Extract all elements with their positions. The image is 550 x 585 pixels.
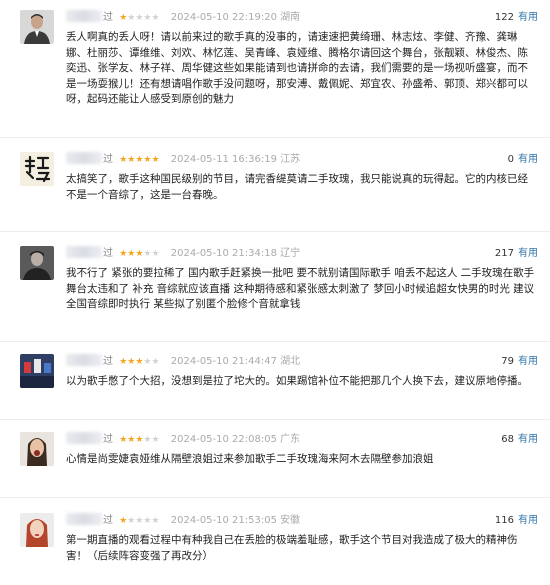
man-dark-portrait-icon xyxy=(20,246,54,280)
vote-count: 79 xyxy=(501,356,514,367)
username-blurred xyxy=(66,152,102,164)
review-date: 2024-05-10 22:08:05 xyxy=(170,434,277,445)
review-date: 2024-05-10 21:53:05 xyxy=(170,515,277,526)
review-location: 辽宁 xyxy=(280,248,301,259)
review-location: 湖南 xyxy=(280,12,301,23)
review-item: 过 ★★★★★ 2024-05-11 16:36:19 江苏 0 有用 太搞笑了，… xyxy=(0,148,550,232)
review-location: 江苏 xyxy=(280,154,301,165)
review-item: 过 ★★★★★ 2024-05-10 21:44:47 湖北 79 有用 以为歌手… xyxy=(0,350,550,420)
star-filled-icon: ★ xyxy=(151,155,160,165)
star-empty-icon: ★ xyxy=(151,357,160,367)
review-location: 湖北 xyxy=(280,356,301,367)
review-date: 2024-05-10 21:34:18 xyxy=(170,248,277,259)
woman-shouting-avatar-icon xyxy=(20,432,54,466)
useful-button[interactable]: 有用 xyxy=(518,248,538,259)
star-empty-icon: ★ xyxy=(151,516,160,526)
rating-stars: ★★★★★ xyxy=(119,516,159,526)
user-avatar[interactable] xyxy=(20,246,54,280)
review-location: 安徽 xyxy=(280,515,301,526)
review-location: 广东 xyxy=(280,434,301,445)
review-content: 丢人啊真的丢人呀！请以前来过的歌手真的没事的，请速速把黄绮珊、林志炫、李健、齐豫… xyxy=(66,31,528,105)
calligraphy-character-avatar-icon xyxy=(20,152,54,186)
star-empty-icon: ★ xyxy=(143,435,152,445)
useful-button[interactable]: 有用 xyxy=(518,154,538,165)
man-in-suit-portrait-icon xyxy=(20,10,54,44)
star-empty-icon: ★ xyxy=(143,357,152,367)
useful-button[interactable]: 有用 xyxy=(518,515,538,526)
review-content: 太搞笑了，歌手这种国民级别的节目，请完香缇莫请二手玫瑰，我只能说真的玩得起。它的… xyxy=(66,173,528,201)
red-hair-woman-avatar-icon xyxy=(20,513,54,547)
review-item: 过 ★★★★★ 2024-05-10 22:19:20 湖南 122 有用 丢人啊… xyxy=(0,6,550,138)
user-avatar[interactable] xyxy=(20,354,54,388)
username-blurred xyxy=(66,513,102,525)
star-empty-icon: ★ xyxy=(151,249,160,259)
star-filled-icon: ★ xyxy=(143,155,152,165)
review-date: 2024-05-10 22:19:20 xyxy=(170,12,277,23)
username-blurred xyxy=(66,354,102,366)
star-empty-icon: ★ xyxy=(151,435,160,445)
star-empty-icon: ★ xyxy=(143,249,152,259)
review-item: 过 ★★★★★ 2024-05-10 22:08:05 广东 68 有用 心情是尚… xyxy=(0,428,550,498)
useful-button[interactable]: 有用 xyxy=(518,434,538,445)
username-suffix[interactable]: 过 xyxy=(103,515,113,526)
rating-stars: ★★★★★ xyxy=(119,435,159,445)
star-empty-icon: ★ xyxy=(143,516,152,526)
user-avatar[interactable] xyxy=(20,10,54,44)
username-blurred xyxy=(66,10,102,22)
review-content: 第一期直播的观看过程中有种我自己在丢脸的极端羞耻感，歌手这个节目对我造成了极大的… xyxy=(66,534,518,562)
rating-stars: ★★★★★ xyxy=(119,357,159,367)
review-content: 我不行了 紧张的要拉稀了 国内歌手赶紧换一批吧 要不就别请国际歌手 咱丢不起这人… xyxy=(66,267,535,310)
username-suffix[interactable]: 过 xyxy=(103,154,113,165)
review-list: 过 ★★★★★ 2024-05-10 22:19:20 湖南 122 有用 丢人啊… xyxy=(0,0,550,585)
user-avatar[interactable] xyxy=(20,432,54,466)
stage-scene-avatar-icon xyxy=(20,354,54,388)
review-item: 过 ★★★★★ 2024-05-10 21:53:05 安徽 116 有用 第一期… xyxy=(0,509,550,585)
rating-stars: ★★★★★ xyxy=(119,249,159,259)
review-date: 2024-05-10 21:44:47 xyxy=(170,356,277,367)
vote-count: 217 xyxy=(494,248,514,259)
username-suffix[interactable]: 过 xyxy=(103,12,113,23)
rating-stars: ★★★★★ xyxy=(119,155,159,165)
review-date: 2024-05-11 16:36:19 xyxy=(170,154,277,165)
username-blurred xyxy=(66,432,102,444)
vote-count: 122 xyxy=(494,12,514,23)
username-suffix[interactable]: 过 xyxy=(103,356,113,367)
username-suffix[interactable]: 过 xyxy=(103,248,113,259)
useful-button[interactable]: 有用 xyxy=(518,12,538,23)
username-suffix[interactable]: 过 xyxy=(103,434,113,445)
rating-stars: ★★★★★ xyxy=(119,13,159,23)
user-avatar[interactable] xyxy=(20,152,54,186)
vote-count: 0 xyxy=(507,154,514,165)
review-item: 过 ★★★★★ 2024-05-10 21:34:18 辽宁 217 有用 我不行… xyxy=(0,242,550,342)
username-blurred xyxy=(66,246,102,258)
useful-button[interactable]: 有用 xyxy=(518,356,538,367)
star-empty-icon: ★ xyxy=(143,13,152,23)
vote-count: 116 xyxy=(494,515,514,526)
review-content: 心情是尚雯婕袁娅维从隔壁浪姐过来参加歌手二手玫瑰海来阿木去隔壁参加浪姐 xyxy=(66,453,434,465)
review-content: 以为歌手憋了个大招，没想到是拉了坨大的。如果踢馆补位不能把那几个人换下去，建议原… xyxy=(66,375,528,387)
star-empty-icon: ★ xyxy=(151,13,160,23)
user-avatar[interactable] xyxy=(20,513,54,547)
vote-count: 68 xyxy=(501,434,514,445)
